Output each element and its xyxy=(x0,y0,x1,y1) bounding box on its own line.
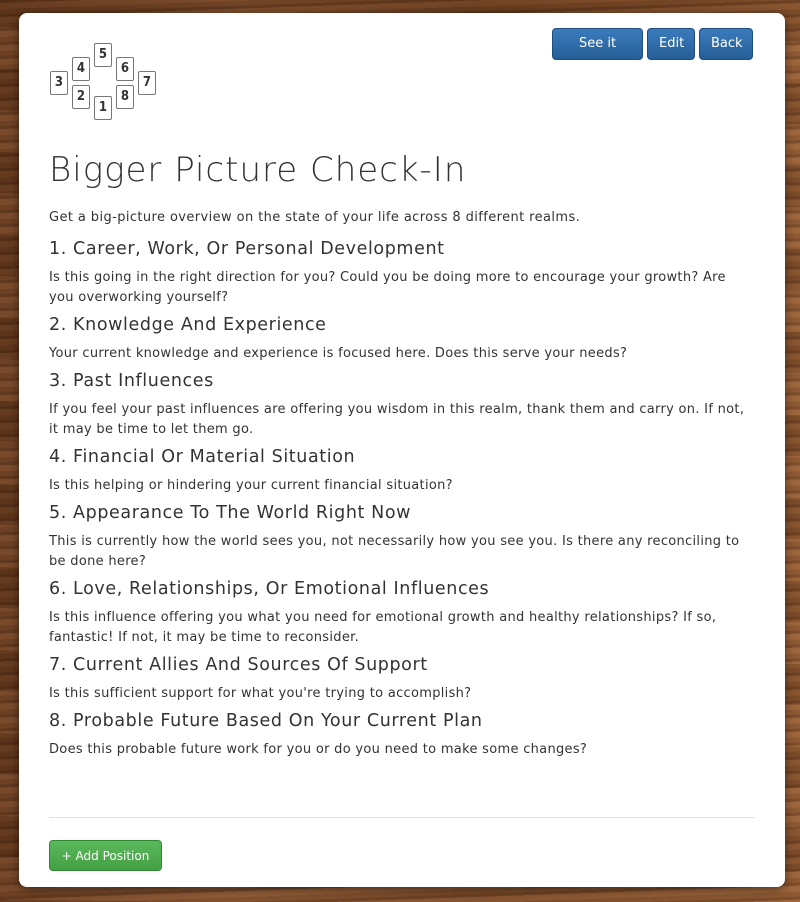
position-title: 7. Current Allies And Sources Of Support xyxy=(49,655,428,675)
position-title: 5. Appearance To The World Right Now xyxy=(49,503,412,523)
position-item: 3. Past Influences If you feel your past… xyxy=(49,367,755,440)
position-item: 8. Probable Future Based On Your Current… xyxy=(49,707,755,760)
position-item: 4. Financial Or Material Situation Is th… xyxy=(49,443,755,496)
position-item: 1. Career, Work, Or Personal Development… xyxy=(49,235,755,308)
position-title: 4. Financial Or Material Situation xyxy=(49,447,356,467)
positions-list: 1. Career, Work, Or Personal Development… xyxy=(49,235,755,760)
spread-card: 3 4 2 5 1 6 8 7 See it Live Edit Back Bi… xyxy=(19,13,785,887)
position-title: 3. Past Influences xyxy=(49,371,214,391)
position-description: If you feel your past influences are off… xyxy=(49,402,745,437)
position-description: Does this probable future work for you o… xyxy=(49,742,588,757)
logo-card-1: 1 xyxy=(94,96,112,120)
position-title: 2. Knowledge And Experience xyxy=(49,315,327,335)
position-item: 2. Knowledge And Experience Your current… xyxy=(49,311,755,364)
add-position-button[interactable]: + Add Position xyxy=(49,840,162,871)
position-title: 8. Probable Future Based On Your Current… xyxy=(49,711,483,731)
logo-card-2: 2 xyxy=(72,85,90,109)
back-button[interactable]: Back xyxy=(699,28,753,60)
logo-card-8: 8 xyxy=(116,85,134,109)
position-description: Your current knowledge and experience is… xyxy=(49,346,628,361)
section-divider xyxy=(49,817,755,818)
position-item: 7. Current Allies And Sources Of Support… xyxy=(49,651,755,704)
position-description: This is currently how the world sees you… xyxy=(49,534,740,569)
position-description: Is this helping or hindering your curren… xyxy=(49,478,453,493)
position-item: 6. Love, Relationships, Or Emotional Inf… xyxy=(49,575,755,648)
edit-button[interactable]: Edit xyxy=(647,28,695,60)
see-it-live-button[interactable]: See it Live xyxy=(552,28,643,81)
logo-card-4: 4 xyxy=(72,57,90,81)
logo-card-5: 5 xyxy=(94,43,112,67)
spread-intro: Get a big-picture overview on the state … xyxy=(49,210,581,225)
logo-card-7: 7 xyxy=(138,71,156,95)
position-description: Is this influence offering you what you … xyxy=(49,610,717,645)
page-title: Bigger Picture Check-In xyxy=(49,150,467,190)
spread-layout-logo: 3 4 2 5 1 6 8 7 xyxy=(50,43,156,121)
position-title: 1. Career, Work, Or Personal Development xyxy=(49,239,445,259)
logo-card-6: 6 xyxy=(116,57,134,81)
header-actions: See it Live Edit Back xyxy=(552,28,753,81)
position-description: Is this going in the right direction for… xyxy=(49,270,726,305)
position-description: Is this sufficient support for what you'… xyxy=(49,686,472,701)
logo-card-3: 3 xyxy=(50,71,68,95)
position-title: 6. Love, Relationships, Or Emotional Inf… xyxy=(49,579,490,599)
position-item: 5. Appearance To The World Right Now Thi… xyxy=(49,499,755,572)
